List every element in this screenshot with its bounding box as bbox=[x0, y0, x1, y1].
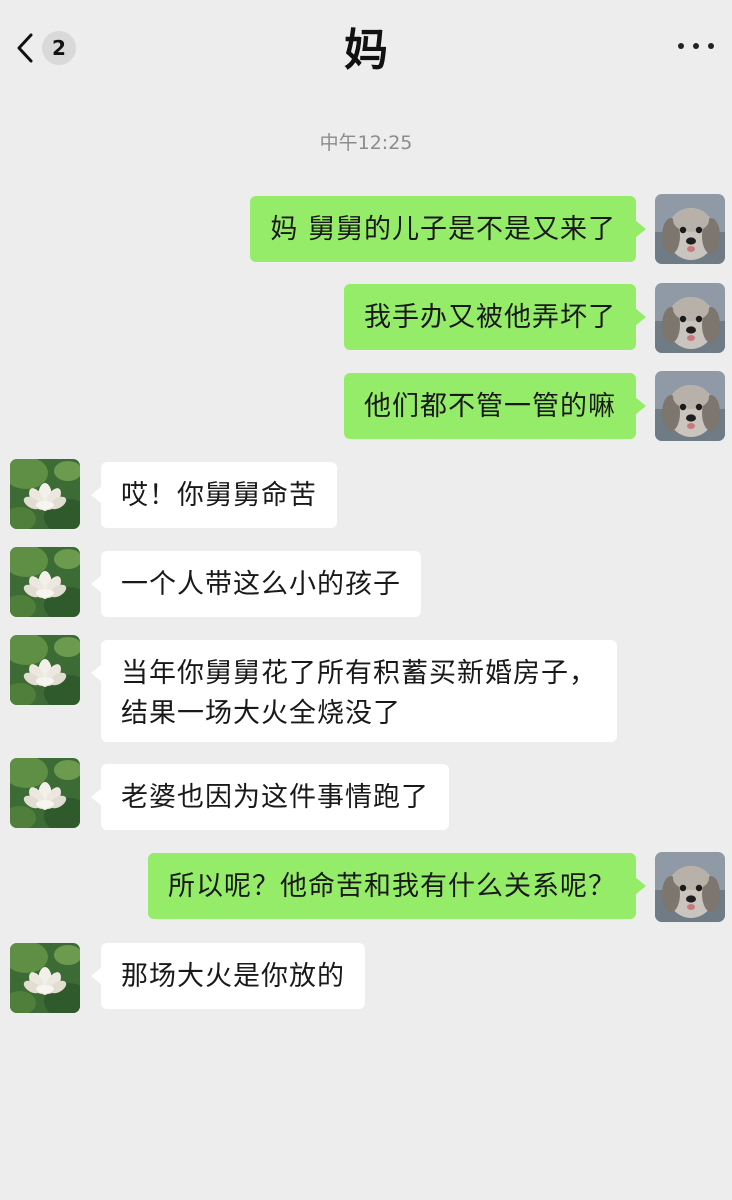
lotus-avatar-icon bbox=[10, 758, 80, 828]
message-bubble-received[interactable]: 老婆也因为这件事情跑了 bbox=[91, 764, 449, 830]
dog-avatar-icon bbox=[655, 371, 725, 441]
message-timestamp: 中午12:25 bbox=[319, 132, 413, 154]
message-text: 妈 舅舅的儿子是不是又来了 bbox=[270, 214, 616, 245]
message-text: 一个人带这么小的孩子 bbox=[121, 569, 401, 600]
my-avatar[interactable] bbox=[655, 371, 725, 441]
chat-header: 2 妈 bbox=[0, 0, 732, 92]
message-bubble-received[interactable]: 哎！你舅舅命苦 bbox=[91, 462, 337, 528]
dog-avatar-icon bbox=[655, 852, 725, 922]
contact-avatar[interactable] bbox=[10, 547, 80, 617]
message-bubble-received[interactable]: 那场大火是你放的 bbox=[91, 943, 365, 1009]
message-bubble-received[interactable]: 一个人带这么小的孩子 bbox=[91, 551, 421, 617]
lotus-avatar-icon bbox=[10, 459, 80, 529]
message-bubble-sent[interactable]: 妈 舅舅的儿子是不是又来了 bbox=[250, 196, 646, 262]
contact-avatar[interactable] bbox=[10, 943, 80, 1013]
dog-avatar-icon bbox=[655, 194, 725, 264]
lotus-avatar-icon bbox=[10, 635, 80, 705]
contact-avatar[interactable] bbox=[10, 758, 80, 828]
message-text-line: 当年你舅舅花了所有积蓄买新婚房子， bbox=[121, 658, 597, 689]
message-bubble-sent[interactable]: 所以呢？他命苦和我有什么关系呢？ bbox=[148, 853, 646, 919]
contact-avatar[interactable] bbox=[10, 635, 80, 705]
message-text: 我手办又被他弄坏了 bbox=[364, 302, 616, 333]
contact-avatar[interactable] bbox=[10, 459, 80, 529]
message-text: 他们都不管一管的嘛 bbox=[364, 391, 616, 422]
more-dots-icon bbox=[678, 43, 684, 49]
message-bubble-sent[interactable]: 我手办又被他弄坏了 bbox=[344, 284, 646, 350]
message-bubble-received[interactable]: 当年你舅舅花了所有积蓄买新婚房子， 结果一场大火全烧没了 bbox=[91, 640, 617, 742]
my-avatar[interactable] bbox=[655, 852, 725, 922]
message-bubble-sent[interactable]: 他们都不管一管的嘛 bbox=[344, 373, 646, 439]
message-text: 所以呢？他命苦和我有什么关系呢？ bbox=[168, 871, 616, 902]
more-button[interactable] bbox=[678, 34, 714, 58]
my-avatar[interactable] bbox=[655, 283, 725, 353]
message-text: 哎！你舅舅命苦 bbox=[121, 480, 317, 511]
message-text: 那场大火是你放的 bbox=[121, 961, 345, 992]
lotus-avatar-icon bbox=[10, 547, 80, 617]
chat-title: 妈 bbox=[344, 25, 388, 76]
message-text-line: 结果一场大火全烧没了 bbox=[121, 698, 401, 729]
dog-avatar-icon bbox=[655, 283, 725, 353]
lotus-avatar-icon bbox=[10, 943, 80, 1013]
message-text: 老婆也因为这件事情跑了 bbox=[121, 782, 429, 813]
my-avatar[interactable] bbox=[655, 194, 725, 264]
